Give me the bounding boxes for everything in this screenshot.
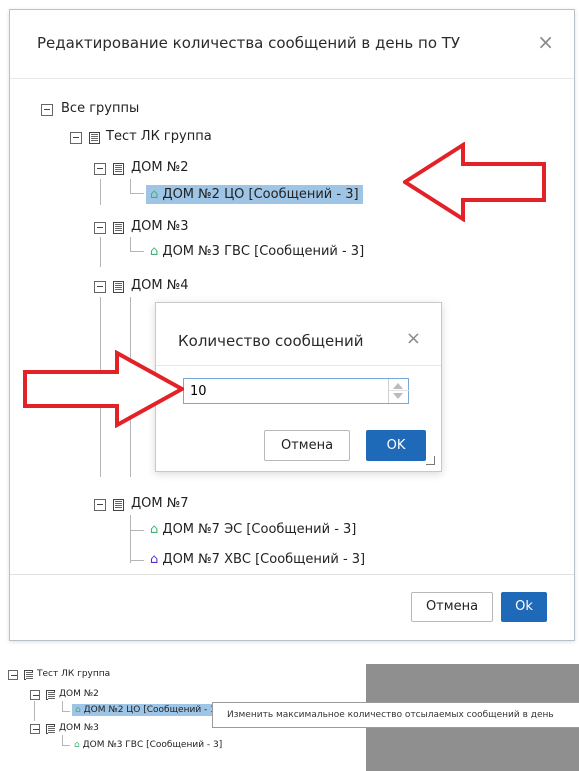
resize-handle[interactable] [426, 456, 435, 465]
meter-label: ДОМ №7 ЭС [Сообщений - 3] [162, 522, 357, 537]
tree-line [62, 701, 63, 711]
tree-node-meter-house3-gvs[interactable]: ⌂ ДОМ №3 ГВС [Сообщений - 3] [74, 740, 222, 750]
dialog-title: Редактирование количества сообщений в де… [37, 34, 461, 52]
red-arrow-right-icon [23, 350, 184, 428]
message-count-popup: Количество сообщений × Отмена OK [155, 302, 442, 472]
tree-node-meter-house3-gvs[interactable]: ⌂ ДОМ №3 ГВС [Сообщений - 3] [150, 244, 364, 259]
tree-node-group[interactable]: Тест ЛК группа [37, 669, 110, 679]
tree-node-house4[interactable]: ДОМ №4 [131, 278, 189, 293]
popup-divider [156, 365, 441, 366]
building-icon [113, 222, 124, 234]
popup-title: Количество сообщений [178, 332, 364, 350]
meter-label: ДОМ №3 ГВС [Сообщений - 3] [162, 244, 365, 259]
number-spinner[interactable] [388, 379, 409, 403]
tooltip: Изменить максимальное количество отсылае… [212, 702, 579, 728]
meter-label: ДОМ №2 ЦО [Сообщений - 10] [83, 705, 226, 715]
collapse-toggle-house3[interactable] [94, 222, 106, 234]
building-icon [46, 690, 55, 700]
ok-button[interactable]: Ok [501, 592, 547, 622]
tree-line [62, 745, 70, 746]
tree-node-meter-house2-co[interactable]: ⌂ ДОМ №2 ЦО [Сообщений - 10] [72, 704, 229, 716]
tree-node-root[interactable]: Все группы [61, 101, 139, 116]
building-icon [113, 499, 124, 511]
home-icon: ⌂ [150, 187, 159, 202]
tree-node-house3[interactable]: ДОМ №3 [59, 723, 99, 733]
tree-line [62, 735, 63, 745]
building-icon [113, 281, 124, 293]
dialog-footer: Отмена Ok [10, 574, 574, 640]
tree-node-meter-house2-co[interactable]: ⌂ ДОМ №2 ЦО [Сообщений - 3] [146, 185, 363, 204]
red-arrow-left-icon [403, 142, 546, 222]
tree-line [130, 515, 131, 563]
collapse-toggle-group[interactable] [70, 132, 82, 144]
tree-line [130, 179, 131, 193]
tree-line [100, 179, 101, 205]
tree-line [130, 560, 144, 561]
tree-line [62, 711, 70, 712]
collapse-toggle-root[interactable] [41, 104, 53, 116]
tree-node-group[interactable]: Тест ЛК группа [106, 129, 212, 144]
spinner-divider [389, 390, 409, 391]
building-icon [24, 670, 33, 680]
result-preview: Тест ЛК группа ДОМ №2 ⌂ ДОМ №2 ЦО [Сообщ… [0, 664, 579, 771]
building-icon [46, 724, 55, 734]
building-icon [113, 163, 124, 175]
meter-label: ДОМ №7 ХВС [Сообщений - 3] [162, 552, 366, 567]
meter-label: ДОМ №3 ГВС [Сообщений - 3] [82, 740, 223, 750]
tree-line [100, 237, 101, 267]
tree-line [130, 530, 144, 531]
collapse-toggle-house3[interactable] [30, 724, 40, 734]
spin-up-icon[interactable] [393, 383, 403, 389]
collapse-toggle-house4[interactable] [94, 281, 106, 293]
tree-node-house3[interactable]: ДОМ №3 [131, 219, 189, 234]
meter-label: ДОМ №2 ЦО [Сообщений - 3] [162, 187, 359, 202]
home-icon: ⌂ [150, 522, 159, 537]
tree-node-meter-house7-hvs[interactable]: ⌂ ДОМ №7 ХВС [Сообщений - 3] [150, 552, 365, 567]
building-icon [89, 132, 100, 144]
home-icon: ⌂ [150, 552, 159, 567]
popup-cancel-button[interactable]: Отмена [264, 430, 350, 461]
dialog-header: Редактирование количества сообщений в де… [10, 10, 574, 79]
close-icon[interactable]: × [537, 30, 554, 54]
collapse-toggle-house7[interactable] [94, 499, 106, 511]
tree-node-house7[interactable]: ДОМ №7 [131, 496, 189, 511]
home-icon: ⌂ [75, 705, 81, 715]
tree-line [130, 237, 131, 251]
spin-down-icon[interactable] [393, 393, 403, 399]
tree-node-house2[interactable]: ДОМ №2 [131, 160, 189, 175]
home-icon: ⌂ [74, 740, 80, 750]
cancel-button[interactable]: Отмена [411, 592, 493, 622]
tree-node-house2[interactable]: ДОМ №2 [59, 689, 99, 699]
popup-ok-button[interactable]: OK [366, 430, 426, 461]
home-icon: ⌂ [150, 244, 159, 259]
tree-line [34, 701, 35, 721]
tree-node-meter-house7-es[interactable]: ⌂ ДОМ №7 ЭС [Сообщений - 3] [150, 522, 356, 537]
message-count-input[interactable] [183, 378, 409, 404]
collapse-toggle-house2[interactable] [94, 163, 106, 175]
collapse-toggle-group[interactable] [8, 670, 18, 680]
tree-line [130, 193, 144, 194]
collapse-toggle-house2[interactable] [30, 690, 40, 700]
tree-line [130, 251, 144, 252]
close-icon[interactable]: × [406, 328, 421, 349]
